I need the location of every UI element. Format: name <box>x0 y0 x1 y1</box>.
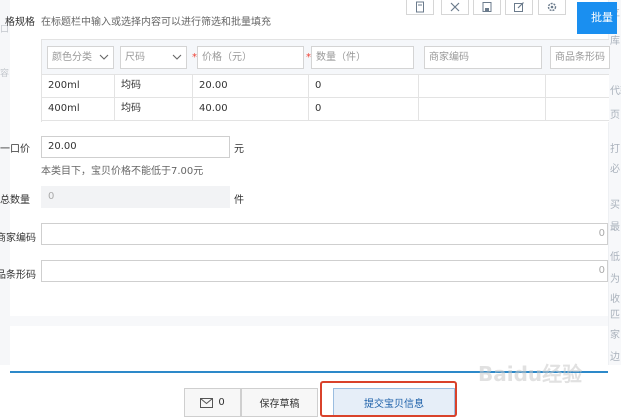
right-strip-text: 代款 <box>610 86 621 97</box>
merchant-code-input[interactable]: 0 <box>41 223 608 245</box>
section-divider <box>10 316 608 326</box>
size-filter-select[interactable]: 尺码 <box>120 46 187 69</box>
quantity-label: 总数量 <box>0 195 30 206</box>
document-icon[interactable] <box>406 0 434 15</box>
right-strip-text: 库 <box>610 36 620 47</box>
right-strip-text: 收 <box>610 294 620 305</box>
right-strip-text: 最 <box>610 222 620 233</box>
quantity-cell-input[interactable]: 0 <box>309 75 419 97</box>
right-strip-text: 打 <box>610 144 620 155</box>
price-cell-input[interactable]: 40.00 <box>193 98 309 120</box>
expand-icon[interactable] <box>441 0 469 15</box>
edit-icon[interactable] <box>505 0 533 15</box>
right-strip-text: 匹 <box>610 310 620 321</box>
quantity-input: 0 <box>41 186 230 208</box>
barcode-label: 商品条形码 <box>0 270 36 281</box>
merchant-code-filter-input[interactable]: 商家编码 <box>424 46 542 69</box>
highlight-box <box>320 381 457 417</box>
quantity-unit: 件 <box>234 195 244 206</box>
chevron-down-icon <box>172 54 182 60</box>
right-strip-text: 边 <box>610 352 620 363</box>
right-strip-text: 买 <box>610 200 620 211</box>
merchant-code-label: 商家编码 <box>0 233 36 244</box>
table-row: 400ml 均码 40.00 0 <box>42 98 609 121</box>
size-filter-placeholder: 尺码 <box>125 52 145 63</box>
quantity-cell-input[interactable]: 0 <box>309 98 419 120</box>
barcode-cell-input[interactable] <box>546 98 609 120</box>
left-strip-text: 容 <box>0 69 10 79</box>
table-header: 颜色分类 尺码 * 价格（元） * 数量（件） 商家编码 商品条形码 <box>42 40 610 75</box>
merchant-code-counter: 0 <box>598 228 605 239</box>
color-filter-placeholder: 颜色分类 <box>52 52 92 63</box>
left-sidebar-strip <box>0 0 10 365</box>
right-strip-text: 必 <box>610 164 620 175</box>
table-cell: 400ml <box>42 98 115 120</box>
quantity-filter-input[interactable]: 数量（件） <box>311 46 414 69</box>
price-input[interactable]: 20.00 <box>41 136 230 158</box>
price-cell-input[interactable]: 20.00 <box>193 75 309 97</box>
barcode-cell-input[interactable] <box>546 75 609 97</box>
batch-fill-button[interactable]: 批量 <box>577 2 617 34</box>
price-hint: 本类目下，宝贝价格不能低于7.00元 <box>41 166 204 177</box>
save-draft-button[interactable]: 保存草稿 <box>241 388 318 417</box>
envelope-icon <box>200 397 214 408</box>
merchant-code-cell-input[interactable] <box>419 75 546 97</box>
price-filter-input[interactable]: 价格（元） <box>197 46 304 69</box>
message-count: 0 <box>218 397 225 408</box>
price-unit: 元 <box>234 144 244 155</box>
save-icon[interactable] <box>473 0 501 15</box>
right-strip-text: 页 <box>610 110 620 121</box>
price-label: 一口价 <box>0 144 30 155</box>
merchant-code-cell-input[interactable] <box>419 98 546 120</box>
chevron-down-icon <box>99 54 109 60</box>
watermark-logo: Baidu经验 <box>478 362 583 386</box>
sku-table: 颜色分类 尺码 * 价格（元） * 数量（件） 商家编码 商品条形码 200ml… <box>41 39 610 122</box>
spec-label: 格规格 <box>5 17 35 28</box>
settings-icon[interactable] <box>538 0 566 15</box>
table-cell: 200ml <box>42 75 115 97</box>
barcode-filter-input[interactable]: 商品条形码 <box>550 46 610 69</box>
spec-hint: 在标题栏中输入或选择内容可以进行筛选和批量填充 <box>41 17 271 28</box>
right-strip-text: 家 <box>610 330 620 341</box>
table-cell: 均码 <box>115 75 193 97</box>
barcode-counter: 0 <box>598 265 605 276</box>
right-strip-text: 为 <box>610 274 620 285</box>
right-strip-text: 低 <box>610 252 620 263</box>
color-filter-select[interactable]: 颜色分类 <box>47 46 114 69</box>
table-row: 200ml 均码 20.00 0 <box>42 75 609 98</box>
message-button[interactable]: 0 <box>184 388 241 417</box>
table-cell: 均码 <box>115 98 193 120</box>
barcode-input[interactable]: 0 <box>41 260 608 282</box>
